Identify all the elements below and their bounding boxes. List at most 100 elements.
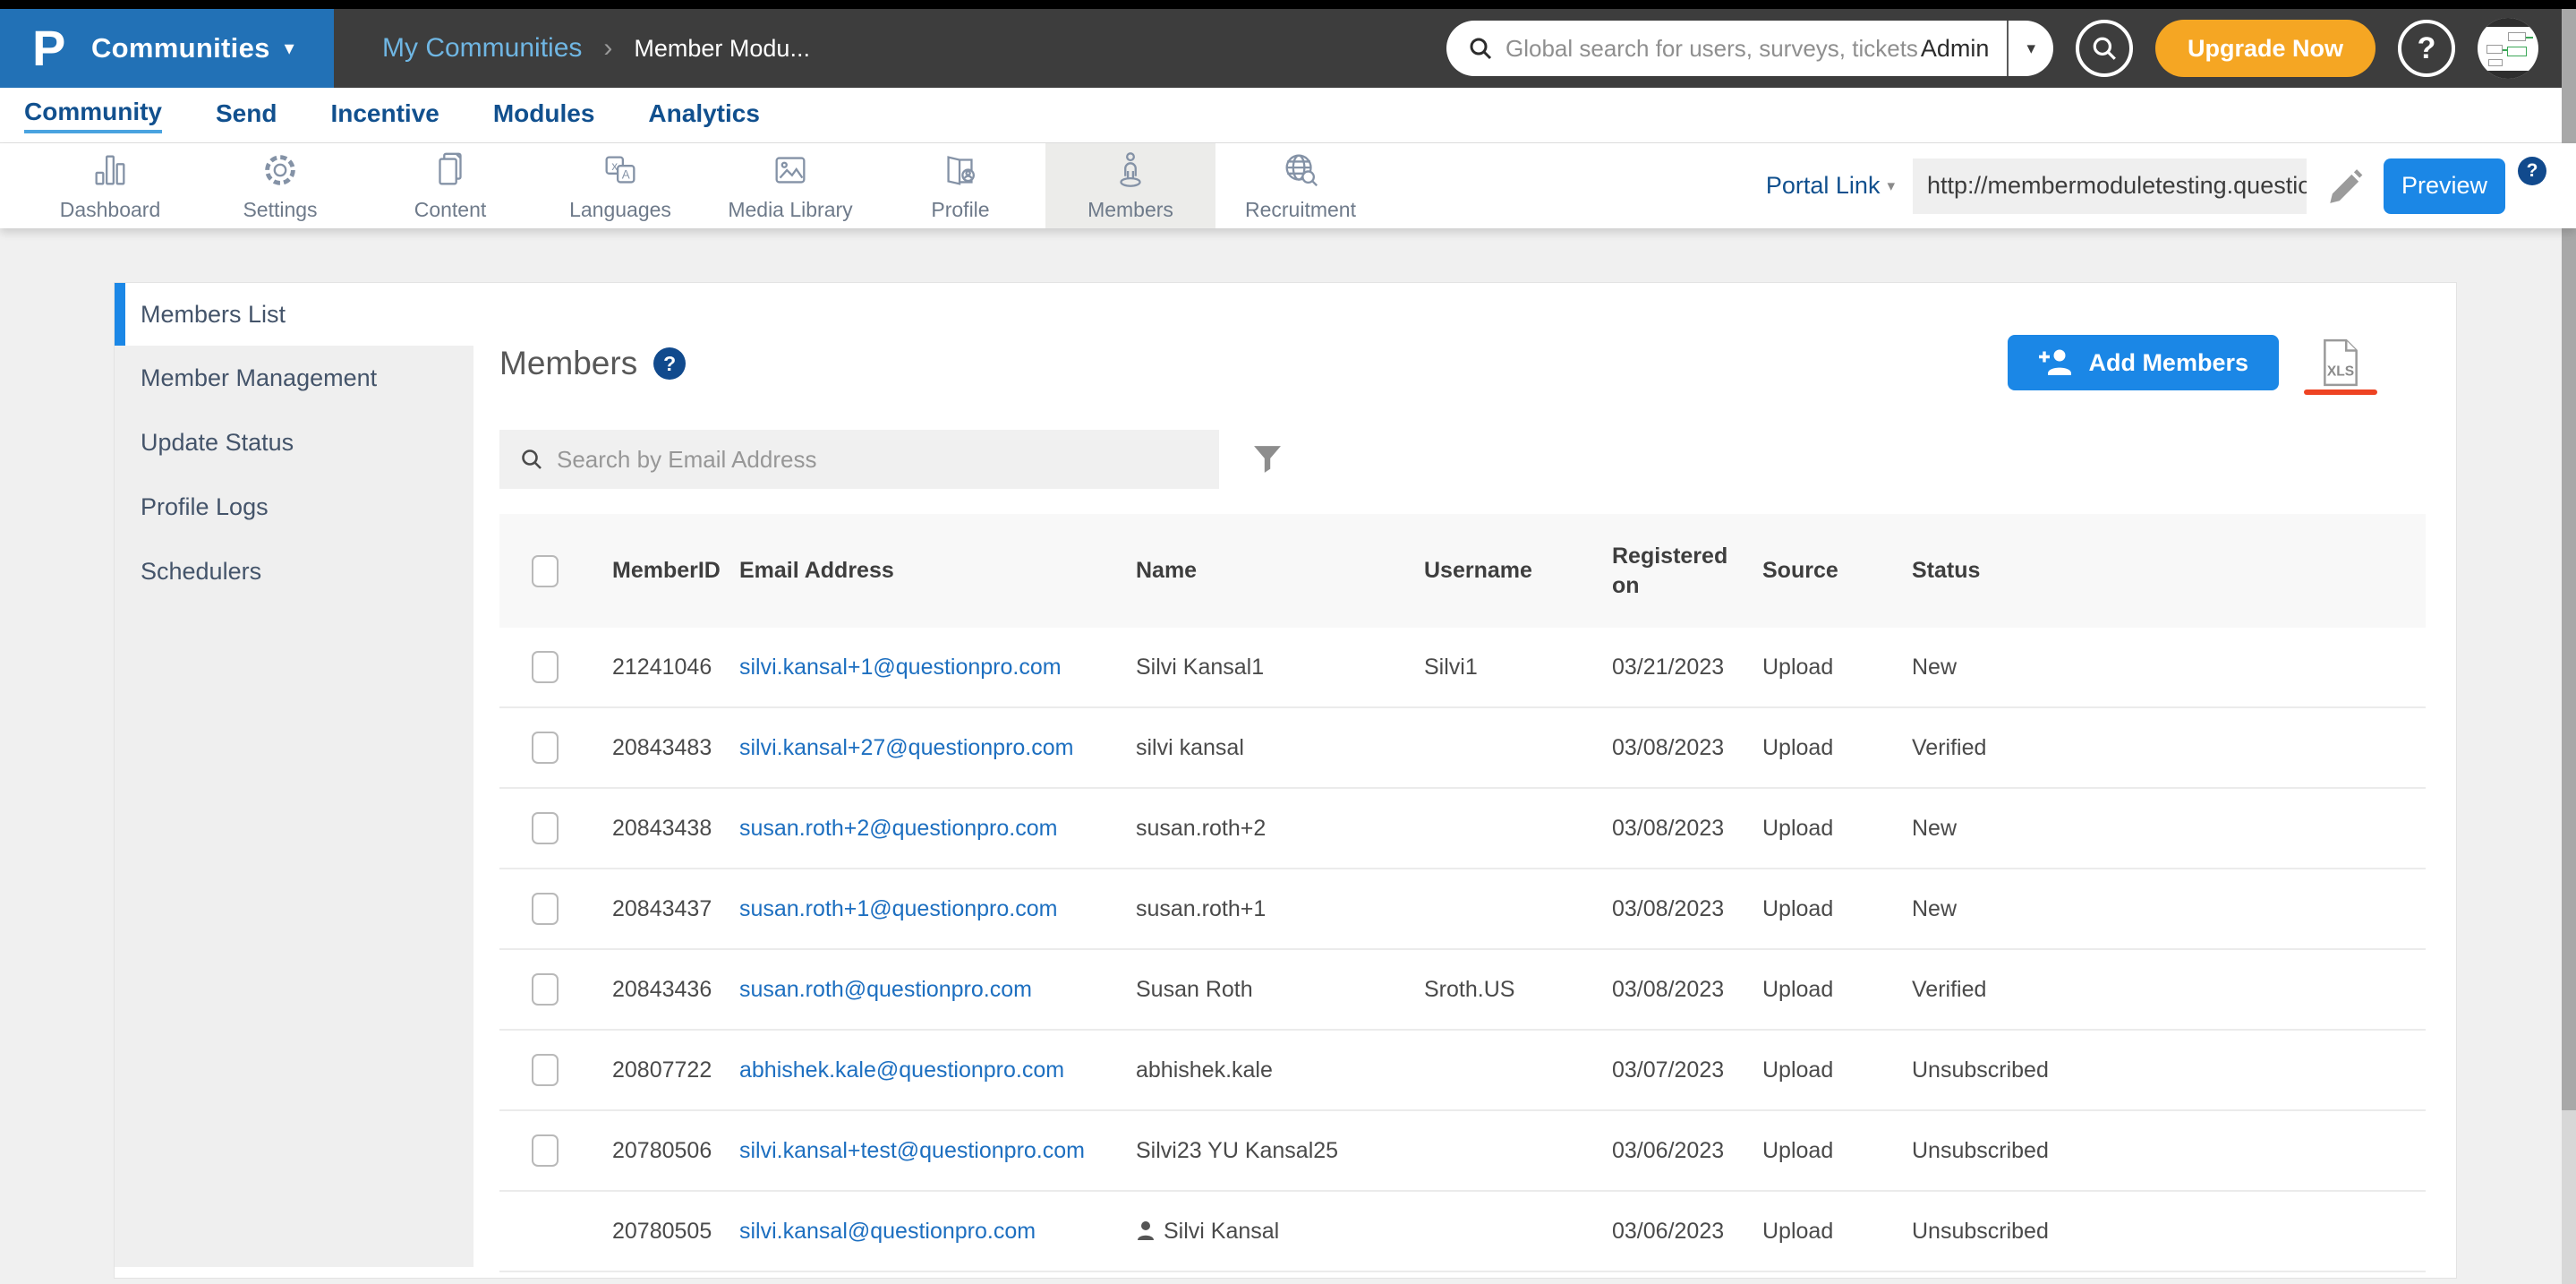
tab-members[interactable]: Members (1045, 143, 1215, 228)
breadcrumb-separator-icon: › (603, 33, 613, 63)
brand-label: Communities (91, 32, 270, 64)
tab-label: Settings (243, 198, 318, 221)
registered-on-cell: 03/21/2023 (1612, 654, 1725, 680)
tab-profile[interactable]: Profile (875, 143, 1045, 228)
col-name: Name (1136, 558, 1198, 583)
status-cell: Verified (1912, 976, 1987, 1002)
row-checkbox[interactable] (532, 1134, 559, 1167)
export-xls-button[interactable]: XLS (2302, 338, 2379, 395)
col-email: Email Address (739, 558, 894, 583)
table-row: 20807722 abhishek.kale@questionpro.com a… (499, 1031, 2426, 1111)
registered-on-cell: 03/07/2023 (1612, 1057, 1725, 1083)
row-checkbox[interactable] (532, 1054, 559, 1086)
member-email-link[interactable]: susan.roth@questionpro.com (739, 977, 1032, 1002)
sidebar-panel: Member Management Update Status Profile … (115, 346, 473, 1267)
row-checkbox[interactable] (532, 812, 559, 844)
breadcrumb: My Communities › Member Modu... (382, 33, 810, 64)
add-members-button[interactable]: Add Members (2008, 335, 2279, 390)
source-cell: Upload (1762, 654, 1834, 680)
member-id-cell: 21241046 (612, 654, 712, 680)
filter-funnel-icon (1254, 446, 1281, 473)
sidebar-item-schedulers[interactable]: Schedulers (115, 539, 473, 603)
sidebar-item-update-status[interactable]: Update Status (115, 410, 473, 475)
tab-languages[interactable]: xA Languages (535, 143, 705, 228)
search-scope-label: Admin (1920, 34, 1990, 62)
col-member-id: MemberID (612, 558, 721, 583)
col-registered-on: Registered on (1612, 544, 1728, 598)
breadcrumb-my-communities[interactable]: My Communities (382, 33, 582, 64)
tab-label: Profile (931, 198, 990, 221)
portal-link-dropdown[interactable]: Portal Link (1766, 172, 1881, 200)
members-header: Members ? Add Members XLS (499, 335, 2426, 395)
tab-media-library[interactable]: Media Library (705, 143, 875, 228)
search-submit-button[interactable] (2075, 20, 2133, 77)
nav-send[interactable]: Send (216, 99, 277, 132)
preview-button[interactable]: Preview (2384, 158, 2505, 214)
xls-file-icon: XLS (2324, 338, 2358, 387)
add-members-label: Add Members (2088, 348, 2248, 376)
languages-icon: xA (605, 156, 635, 184)
sidebar-item-member-management[interactable]: Member Management (115, 346, 473, 410)
search-scope-dropdown[interactable]: ▾ (2009, 39, 2053, 59)
table-body: 21241046 silvi.kansal+1@questionpro.com … (499, 628, 2426, 1272)
row-checkbox[interactable] (532, 651, 559, 683)
tab-label: Content (414, 198, 487, 221)
portal-link-group: Portal Link ▾ http://membermoduletesting… (1766, 143, 2546, 228)
global-search[interactable]: Admin ▾ (1446, 21, 2053, 76)
question-mark-icon: ? (2417, 30, 2436, 65)
registered-on-cell: 03/08/2023 (1612, 815, 1725, 841)
portal-url-field[interactable]: http://membermoduletesting.questio (1913, 158, 2307, 214)
member-email-link[interactable]: susan.roth+1@questionpro.com (739, 896, 1057, 921)
tab-dashboard[interactable]: Dashboard (25, 143, 195, 228)
product-switcher[interactable]: P Communities ▾ (0, 9, 334, 88)
member-email-link[interactable]: susan.roth+2@questionpro.com (739, 816, 1057, 841)
registered-on-cell: 03/06/2023 (1612, 1218, 1725, 1244)
global-search-input[interactable] (1505, 34, 1921, 63)
export-highlight-underline (2304, 389, 2377, 395)
select-all-checkbox[interactable] (532, 554, 559, 587)
member-email-link[interactable]: abhishek.kale@questionpro.com (739, 1057, 1064, 1083)
nav-analytics[interactable]: Analytics (648, 99, 760, 132)
user-avatar[interactable] (2478, 18, 2538, 79)
tab-recruitment[interactable]: Recruitment (1215, 143, 1386, 228)
window-top-edge (0, 0, 2576, 9)
filter-button[interactable] (1253, 445, 1282, 474)
nav-community[interactable]: Community (24, 98, 162, 133)
row-checkbox[interactable] (532, 893, 559, 925)
top-bar: P Communities ▾ My Communities › Member … (0, 9, 2576, 88)
media-library-icon (775, 157, 806, 184)
member-email-link[interactable]: silvi.kansal+test@questionpro.com (739, 1138, 1085, 1163)
edit-pencil-icon[interactable] (2324, 166, 2366, 207)
status-cell: Unsubscribed (1912, 1218, 2049, 1244)
row-checkbox[interactable] (532, 732, 559, 764)
row-checkbox[interactable] (532, 973, 559, 1006)
registered-on-cell: 03/08/2023 (1612, 895, 1725, 921)
member-name-cell: Susan Roth (1136, 976, 1253, 1002)
source-cell: Upload (1762, 1137, 1834, 1163)
search-icon (2093, 37, 2116, 60)
chevron-down-icon[interactable]: ▾ (1887, 177, 1895, 195)
member-email-link[interactable]: silvi.kansal+1@questionpro.com (739, 655, 1062, 680)
member-email-link[interactable]: silvi.kansal@questionpro.com (739, 1219, 1036, 1244)
member-id-cell: 20780505 (612, 1218, 712, 1244)
member-search-input[interactable] (557, 445, 1219, 474)
member-id-cell: 20780506 (612, 1137, 712, 1163)
nav-modules[interactable]: Modules (493, 99, 595, 132)
tab-label: Dashboard (59, 198, 161, 221)
member-name-cell: Silvi23 YU Kansal25 (1136, 1137, 1339, 1163)
sidebar-item-profile-logs[interactable]: Profile Logs (115, 475, 473, 539)
member-search[interactable] (499, 430, 1219, 489)
member-name-cell: Silvi Kansal1 (1136, 654, 1265, 680)
sidebar-item-members-list[interactable]: Members List (115, 283, 473, 346)
preview-help-icon[interactable]: ? (2518, 157, 2546, 185)
svg-text:XLS: XLS (2327, 364, 2354, 380)
nav-incentive[interactable]: Incentive (330, 99, 439, 132)
help-button[interactable]: ? (2398, 20, 2455, 77)
member-email-link[interactable]: silvi.kansal+27@questionpro.com (739, 735, 1074, 760)
registered-on-cell: 03/08/2023 (1612, 976, 1725, 1002)
tab-settings[interactable]: Settings (195, 143, 365, 228)
col-source: Source (1762, 558, 1838, 583)
members-help-icon[interactable]: ? (653, 347, 687, 380)
upgrade-now-button[interactable]: Upgrade Now (2154, 20, 2376, 77)
tab-content[interactable]: Content (365, 143, 535, 228)
